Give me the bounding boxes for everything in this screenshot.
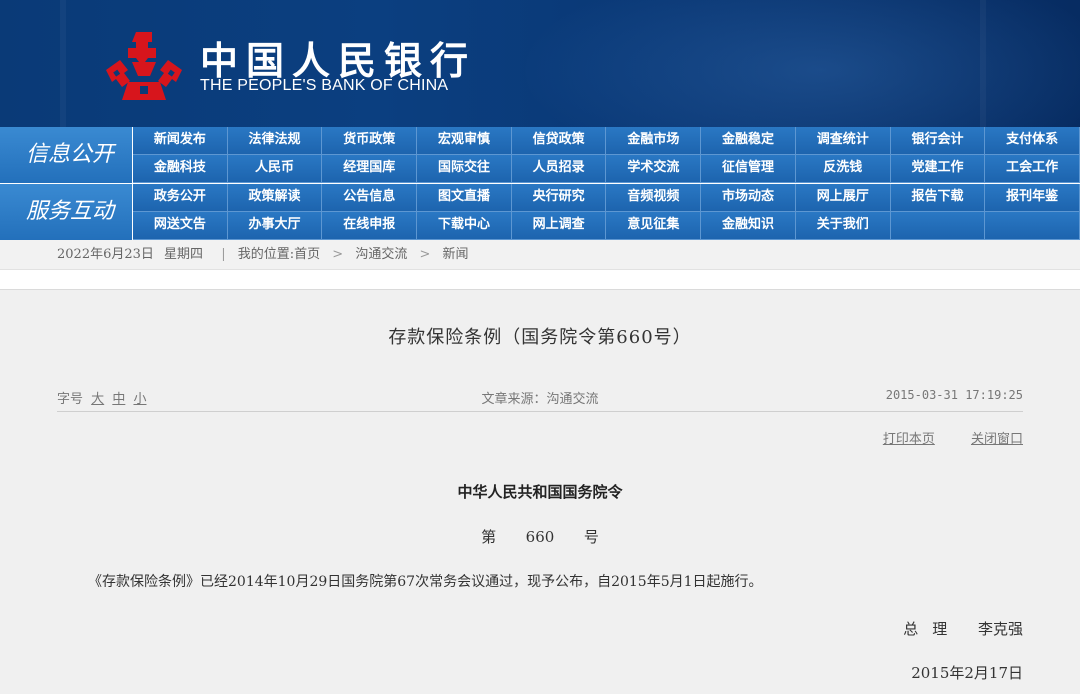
current-date: 2022年6月23日: [57, 247, 154, 262]
nav-info-item-16[interactable]: 征信管理: [701, 155, 796, 183]
nav-service-item-9[interactable]: 报刊年鉴: [985, 184, 1080, 212]
nav-service-item-3[interactable]: 图文直播: [417, 184, 512, 212]
nav-service-item-15[interactable]: 意见征集: [606, 212, 702, 240]
breadcrumb-separator: >: [332, 247, 344, 262]
nav-info-item-10[interactable]: 金融科技: [133, 155, 228, 183]
nav-service-item-6[interactable]: 市场动态: [701, 184, 796, 212]
main-nav: 信息公开 新闻发布 法律法规 货币政策 宏观审慎 信贷政策 金融市场 金融稳定 调查统计 银行会…: [0, 127, 1080, 240]
site-banner: 中国人民银行 THE PEOPLE'S BANK OF CHINA: [0, 0, 1080, 127]
nav-service-item-17[interactable]: 关于我们: [795, 212, 891, 240]
nav-section-info-disclosure: 信息公开: [0, 127, 132, 183]
nav-info-item-12[interactable]: 经理国库: [322, 155, 418, 183]
nav-service-item-5[interactable]: 音频视频: [606, 184, 702, 212]
nav-block-info: 信息公开 新闻发布 法律法规 货币政策 宏观审慎 信贷政策 金融市场 金融稳定 调查统计 银行会…: [0, 127, 1080, 183]
article-source: 文章来源：沟通交流: [481, 392, 599, 407]
nav-service-item-4[interactable]: 央行研究: [511, 184, 607, 212]
nav-grid-info: 新闻发布 法律法规 货币政策 宏观审慎 信贷政策 金融市场 金融稳定 调查统计 银行会计 支付体系…: [133, 127, 1080, 183]
location-label: 我的位置:: [237, 247, 295, 262]
article-tools: 打印本页 关闭窗口: [851, 428, 1023, 447]
font-size-large-link[interactable]: 大: [91, 392, 104, 407]
signer-role: 总理: [903, 620, 962, 638]
nav-service-item-0[interactable]: 政务公开: [133, 184, 228, 212]
nav-info-item-17[interactable]: 反洗钱: [795, 155, 891, 183]
nav-service-item-16[interactable]: 金融知识: [701, 212, 796, 240]
article-meta-bar: 文章来源：沟通交流 字号 大 中 小 2015-03-31 17:19:25: [57, 388, 1023, 412]
nav-info-item-8[interactable]: 银行会计: [890, 127, 986, 155]
breadcrumb-home-link[interactable]: 首页: [294, 247, 320, 262]
signer-name: 李克强: [977, 620, 1023, 638]
font-size-small-link[interactable]: 小: [133, 392, 146, 407]
nav-info-item-4[interactable]: 信贷政策: [511, 127, 607, 155]
nav-info-item-19[interactable]: 工会工作: [985, 155, 1080, 183]
font-size-label: 字号: [57, 392, 84, 407]
breadcrumb: 2022年6月23日 星期四 | 我的位置:首页 > 沟通交流 > 新闻: [0, 240, 1080, 270]
nav-info-item-1[interactable]: 法律法规: [227, 127, 323, 155]
signature-line: 总理 李克强: [903, 618, 1023, 639]
decree-number: 第 660 号: [481, 528, 599, 546]
nav-service-item-8[interactable]: 报告下载: [890, 184, 986, 212]
article-body-paragraph: 《存款保险条例》已经2014年10月29日国务院第67次常务会议通过，现予公布，…: [88, 574, 763, 590]
nav-service-item-14[interactable]: 网上调查: [511, 212, 607, 240]
nav-info-item-3[interactable]: 宏观审慎: [417, 127, 512, 155]
nav-service-empty-cell: [890, 212, 986, 240]
nav-info-item-9[interactable]: 支付体系: [985, 127, 1080, 155]
breadcrumb-news-link[interactable]: 新闻: [443, 247, 469, 262]
breadcrumb-divider: |: [221, 247, 226, 262]
font-size-medium-link[interactable]: 中: [112, 392, 125, 407]
nav-service-item-2[interactable]: 公告信息: [322, 184, 418, 212]
publish-datetime: 2015-03-31 17:19:25: [885, 388, 1023, 402]
nav-block-service: 服务互动 政务公开 政策解读 公告信息 图文直播 央行研究 音频视频 市场动态 网上展厅 报告下…: [0, 184, 1080, 240]
banner-stripe: [60, 0, 66, 127]
nav-service-empty-cell: [985, 212, 1080, 240]
nav-service-item-11[interactable]: 办事大厅: [227, 212, 323, 240]
nav-grid-service: 政务公开 政策解读 公告信息 图文直播 央行研究 音频视频 市场动态 网上展厅 报告下载 报刊年鉴…: [133, 184, 1080, 240]
nav-service-item-7[interactable]: 网上展厅: [795, 184, 891, 212]
current-weekday: 星期四: [164, 247, 204, 262]
pboc-emblem-icon[interactable]: [102, 30, 186, 102]
site-title-en: THE PEOPLE'S BANK OF CHINA: [200, 77, 449, 94]
breadcrumb-separator: >: [419, 247, 431, 262]
signature-date: 2015年2月17日: [911, 664, 1023, 682]
nav-info-item-18[interactable]: 党建工作: [890, 155, 986, 183]
nav-info-item-14[interactable]: 人员招录: [511, 155, 607, 183]
nav-info-item-7[interactable]: 调查统计: [795, 127, 891, 155]
close-window-link[interactable]: 关闭窗口: [971, 432, 1023, 447]
nav-info-item-0[interactable]: 新闻发布: [133, 127, 228, 155]
article-panel: 存款保险条例（国务院令第660号） 文章来源：沟通交流 字号 大 中 小 201…: [0, 289, 1080, 694]
print-page-link[interactable]: 打印本页: [883, 432, 935, 447]
nav-info-item-15[interactable]: 学术交流: [606, 155, 702, 183]
article-title: 存款保险条例（国务院令第660号）: [388, 327, 692, 348]
nav-service-item-12[interactable]: 在线申报: [322, 212, 418, 240]
banner-stripe: [980, 0, 986, 127]
banner-glow: [520, 0, 1080, 127]
font-size-controls: 字号 大 中 小: [57, 388, 146, 407]
breadcrumb-communication-link[interactable]: 沟通交流: [355, 247, 407, 262]
nav-service-item-13[interactable]: 下载中心: [417, 212, 512, 240]
nav-info-item-2[interactable]: 货币政策: [322, 127, 418, 155]
nav-info-item-13[interactable]: 国际交往: [417, 155, 512, 183]
nav-service-item-10[interactable]: 网送文告: [133, 212, 228, 240]
nav-info-item-11[interactable]: 人民币: [227, 155, 323, 183]
nav-info-item-6[interactable]: 金融稳定: [701, 127, 796, 155]
decree-heading: 中华人民共和国国务院令: [457, 483, 623, 501]
nav-service-item-1[interactable]: 政策解读: [227, 184, 323, 212]
nav-info-item-5[interactable]: 金融市场: [606, 127, 702, 155]
nav-section-service-interaction: 服务互动: [0, 184, 132, 240]
